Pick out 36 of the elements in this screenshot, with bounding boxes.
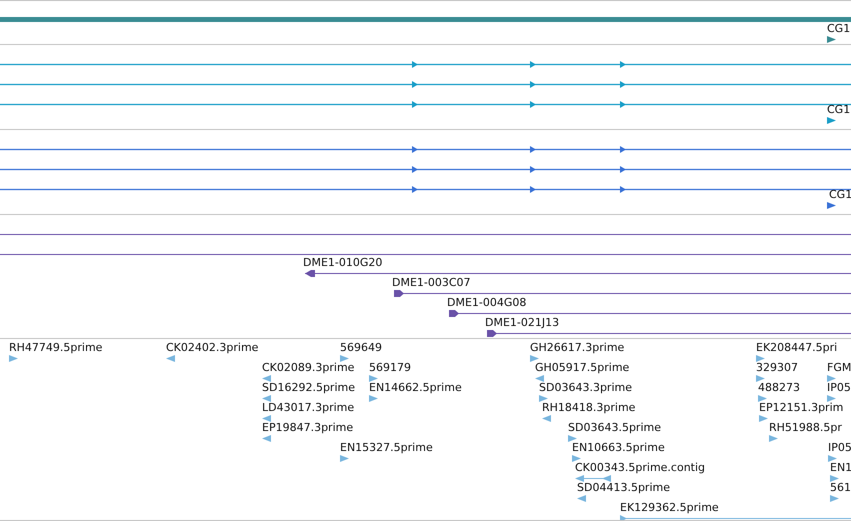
est-label: RH18418.3prime [542,401,636,414]
est-label: LD43017.3prime [262,401,354,414]
est-label: 329307 [756,361,798,374]
est-label: SD04413.5prime [577,481,670,494]
est-label: SD03643.3prime [539,381,632,394]
est-label: EN10663.5prime [572,441,665,454]
est-label: 561 [830,481,851,494]
est-label: 569179 [369,361,411,374]
est-label: SD03643.5prime [568,421,661,434]
clone-label: DME1-021J13 [485,316,560,329]
gene-label: CG1 [829,188,851,201]
clone-label: DME1-010G20 [303,256,382,269]
est-label: SD16292.5prime [262,381,355,394]
est-label: GH26617.3prime [530,341,624,354]
est-label: EK208447.5pri [756,341,838,354]
est-label: EK129362.5prime [620,501,719,514]
est-label: EP19847.3prime [262,421,354,434]
est-label: GH05917.5prime [535,361,630,374]
est-label: EN15327.5prime [340,441,433,454]
est-label: CK02089.3prime [262,361,354,374]
est-label: CK00343.5prime.contig [575,461,706,474]
est-label: FGM [827,361,851,374]
est-label: EP12151.3prim [759,401,844,414]
est-label: IP05 [828,441,851,454]
est-label: RH47749.5prime [9,341,102,354]
est-label: CK02402.3prime [166,341,258,354]
gene-label: CG1 [827,103,850,116]
est-label: IP05 [827,381,851,394]
est-label: 569649 [340,341,382,354]
est-label: RH51988.5pr [769,421,842,434]
est-label: EN1 [830,461,851,474]
est-label: 488273 [758,381,800,394]
gene-label: CG1 [827,22,850,35]
clone-label: DME1-003C07 [392,276,471,289]
est-label: EN14662.5prime [369,381,462,394]
clone-label: DME1-004G08 [447,296,526,309]
